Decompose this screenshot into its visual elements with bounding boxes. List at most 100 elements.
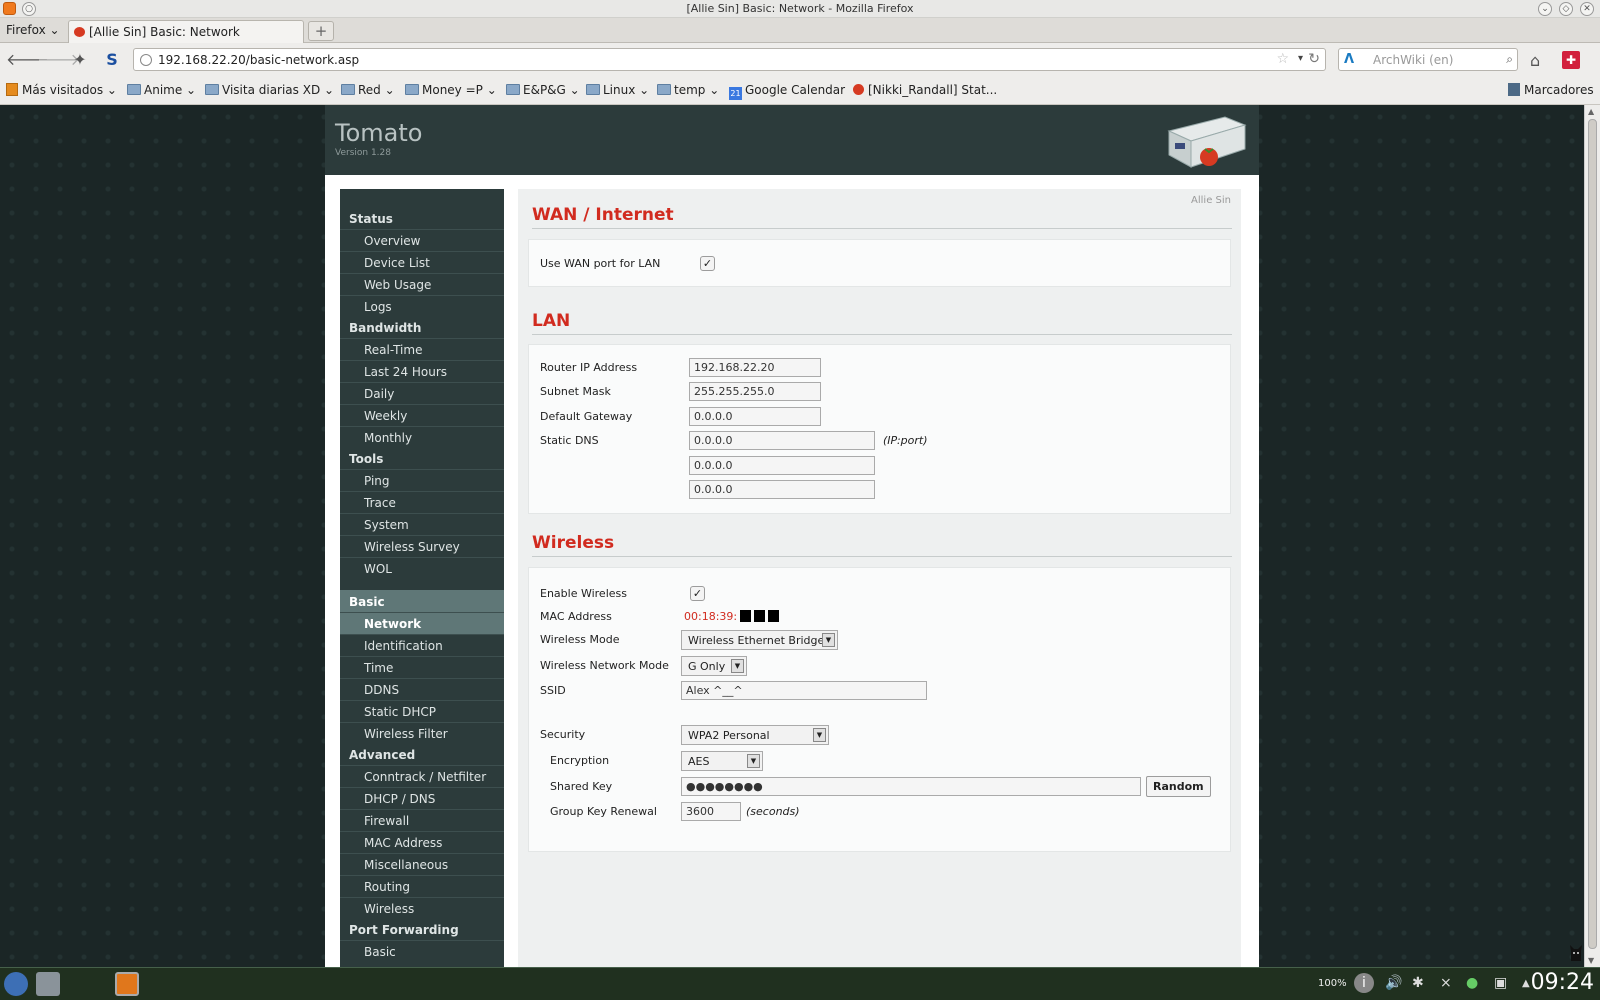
bookmark-visita-diarias[interactable]: Visita diarias XD ⌄ [205, 83, 334, 97]
sidebar-item-system[interactable]: System [340, 513, 504, 535]
sidebar-item-monthly[interactable]: Monthly [340, 426, 504, 448]
sidebar-item-routing[interactable]: Routing [340, 875, 504, 897]
ssid-input[interactable]: Alex ^__^ [681, 681, 927, 700]
scroll-up-icon[interactable]: ▲ [1588, 107, 1594, 116]
sidebar-item-wol[interactable]: WOL [340, 557, 504, 579]
volume-icon[interactable]: 🔊 [1385, 975, 1402, 991]
network-icon[interactable]: ✱ [1412, 975, 1424, 991]
sidebar-item-dhcp-dns[interactable]: DHCP / DNS [340, 787, 504, 809]
sidebar-section-status[interactable]: Status [340, 207, 504, 229]
enable-wireless-checkbox[interactable]: ✓ [690, 586, 705, 601]
sidebar-item-real-time[interactable]: Real-Time [340, 338, 504, 360]
sidebar-item-identification[interactable]: Identification [340, 634, 504, 656]
chat-icon[interactable]: ● [1466, 975, 1478, 991]
random-key-button[interactable]: Random [1146, 776, 1211, 797]
sidebar-item-web-usage[interactable]: Web Usage [340, 273, 504, 295]
default-gateway-input[interactable]: 0.0.0.0 [689, 407, 821, 426]
page-scrollbar[interactable]: ▲ ▼ [1584, 105, 1600, 967]
search-bar[interactable]: Λ ArchWiki (en) ⌕ [1338, 48, 1518, 71]
sidebar-item-overview[interactable]: Overview [340, 229, 504, 251]
sidebar-item-wireless-survey[interactable]: Wireless Survey [340, 535, 504, 557]
chevron-down-icon: ▼ [822, 633, 835, 647]
show-desktop-icon[interactable] [36, 972, 60, 996]
security-select[interactable]: WPA2 Personal ▼ [681, 725, 829, 745]
forward-icon[interactable]: 🡒 [37, 50, 80, 70]
sidebar-item-static-dhcp[interactable]: Static DHCP [340, 700, 504, 722]
group-key-renewal-input[interactable]: 3600 [681, 802, 741, 821]
zoom-level[interactable]: 100% [1318, 978, 1347, 989]
shared-key-input[interactable]: ●●●●●●●● [681, 777, 1141, 796]
bookmark-linux[interactable]: Linux ⌄ [586, 83, 649, 97]
new-tab-button[interactable]: + [308, 21, 334, 41]
archwiki-icon[interactable]: Λ [1344, 52, 1354, 67]
bookmark-anime[interactable]: Anime ⌄ [127, 83, 196, 97]
router-ip-input[interactable]: 192.168.22.20 [689, 358, 821, 377]
sidebar-item-network[interactable]: Network [340, 612, 504, 634]
back-icon[interactable]: 🡐 [6, 50, 49, 70]
search-icon[interactable]: ⌕ [1506, 52, 1513, 67]
tray-expand-icon[interactable]: ▲ [1522, 978, 1530, 989]
sidebar-item-wireless-filter[interactable]: Wireless Filter [340, 722, 504, 744]
bookmark-temp[interactable]: temp ⌄ [657, 83, 719, 97]
sidebar-section-tools[interactable]: Tools [340, 447, 504, 469]
sidebar-item-logs[interactable]: Logs [340, 295, 504, 317]
subnet-mask-input[interactable]: 255.255.255.0 [689, 382, 821, 401]
sidebar-section-bandwidth[interactable]: Bandwidth [340, 316, 504, 338]
close-button[interactable]: ✕ [1580, 2, 1594, 16]
sidebar-item-mac-address[interactable]: MAC Address [340, 831, 504, 853]
bookmark-money[interactable]: Money =P ⌄ [405, 83, 497, 97]
bookmark-google-calendar[interactable]: 21 Google Calendar [729, 83, 845, 100]
sidebar-section-basic[interactable]: Basic [340, 590, 504, 612]
s-extension-icon[interactable]: S [102, 50, 122, 70]
sidebar-item-trace[interactable]: Trace [340, 491, 504, 513]
extension-icon[interactable]: ✦ [70, 50, 90, 70]
sidebar-section-advanced[interactable]: Advanced [340, 743, 504, 765]
start-menu-icon[interactable] [4, 972, 28, 996]
static-dns-input-1[interactable]: 0.0.0.0 [689, 431, 875, 450]
sidebar-item-advanced-wireless[interactable]: Wireless [340, 897, 504, 919]
bookmark-nikki-randall[interactable]: [Nikki_Randall] Stat... [853, 83, 997, 97]
sidebar-section-port-forwarding[interactable]: Port Forwarding [340, 918, 504, 940]
bookmark-epg[interactable]: E&P&G ⌄ [506, 83, 580, 97]
url-text[interactable]: 192.168.22.20/basic-network.asp [158, 53, 359, 67]
home-icon[interactable]: ⌂ [1530, 51, 1540, 70]
bookmarks-menu[interactable]: Marcadores [1508, 83, 1594, 97]
site-identity-icon[interactable] [140, 54, 152, 66]
sidebar-item-device-list[interactable]: Device List [340, 251, 504, 273]
reload-icon[interactable]: ↻ [1308, 51, 1320, 67]
wireless-mode-select[interactable]: Wireless Ethernet Bridge ▼ [681, 630, 838, 650]
bookmark-star-icon[interactable]: ☆ [1276, 51, 1289, 67]
clock[interactable]: 09:24 [1531, 970, 1594, 995]
static-dns-input-2[interactable]: 0.0.0.0 [689, 456, 875, 475]
addon-icon[interactable]: ✚ [1562, 51, 1580, 69]
sidebar-item-miscellaneous[interactable]: Miscellaneous [340, 853, 504, 875]
maximize-button[interactable]: ◇ [1559, 2, 1573, 16]
minimize-button[interactable]: ⌄ [1538, 2, 1552, 16]
scroll-down-icon[interactable]: ▼ [1588, 956, 1594, 965]
battery-icon[interactable]: ▣ [1494, 975, 1507, 991]
info-icon[interactable]: i [1354, 973, 1374, 993]
browser-tab[interactable]: [Allie Sin] Basic: Network [68, 20, 304, 43]
static-dns-input-3[interactable]: 0.0.0.0 [689, 480, 875, 499]
url-dropdown-icon[interactable]: ▾ [1298, 53, 1303, 64]
encryption-select[interactable]: AES ▼ [681, 751, 763, 771]
scrollbar-thumb[interactable] [1588, 119, 1597, 949]
sidebar-item-daily[interactable]: Daily [340, 382, 504, 404]
sidebar-item-firewall[interactable]: Firewall [340, 809, 504, 831]
sidebar-item-time[interactable]: Time [340, 656, 504, 678]
sidebar-item-ddns[interactable]: DDNS [340, 678, 504, 700]
sidebar-item-conntrack[interactable]: Conntrack / Netfilter [340, 765, 504, 787]
wireless-network-mode-select[interactable]: G Only ▼ [681, 656, 747, 676]
sidebar-item-port-forwarding-basic[interactable]: Basic [340, 940, 504, 962]
bluetooth-icon[interactable]: ⨯ [1440, 975, 1452, 991]
search-placeholder[interactable]: ArchWiki (en) [1373, 53, 1453, 67]
use-wan-for-lan-checkbox[interactable]: ✓ [700, 256, 715, 271]
bookmark-red[interactable]: Red ⌄ [341, 83, 395, 97]
sidebar-item-last-24-hours[interactable]: Last 24 Hours [340, 360, 504, 382]
sidebar-item-ping[interactable]: Ping [340, 469, 504, 491]
bookmark-mas-visitados[interactable]: Más visitados ⌄ [6, 83, 117, 97]
firefox-menu-button[interactable]: Firefox ⌄ [6, 23, 60, 37]
url-bar[interactable]: 192.168.22.20/basic-network.asp ☆ ▾ ↻ [133, 48, 1326, 71]
sidebar-item-weekly[interactable]: Weekly [340, 404, 504, 426]
firefox-task-icon[interactable] [115, 972, 139, 996]
